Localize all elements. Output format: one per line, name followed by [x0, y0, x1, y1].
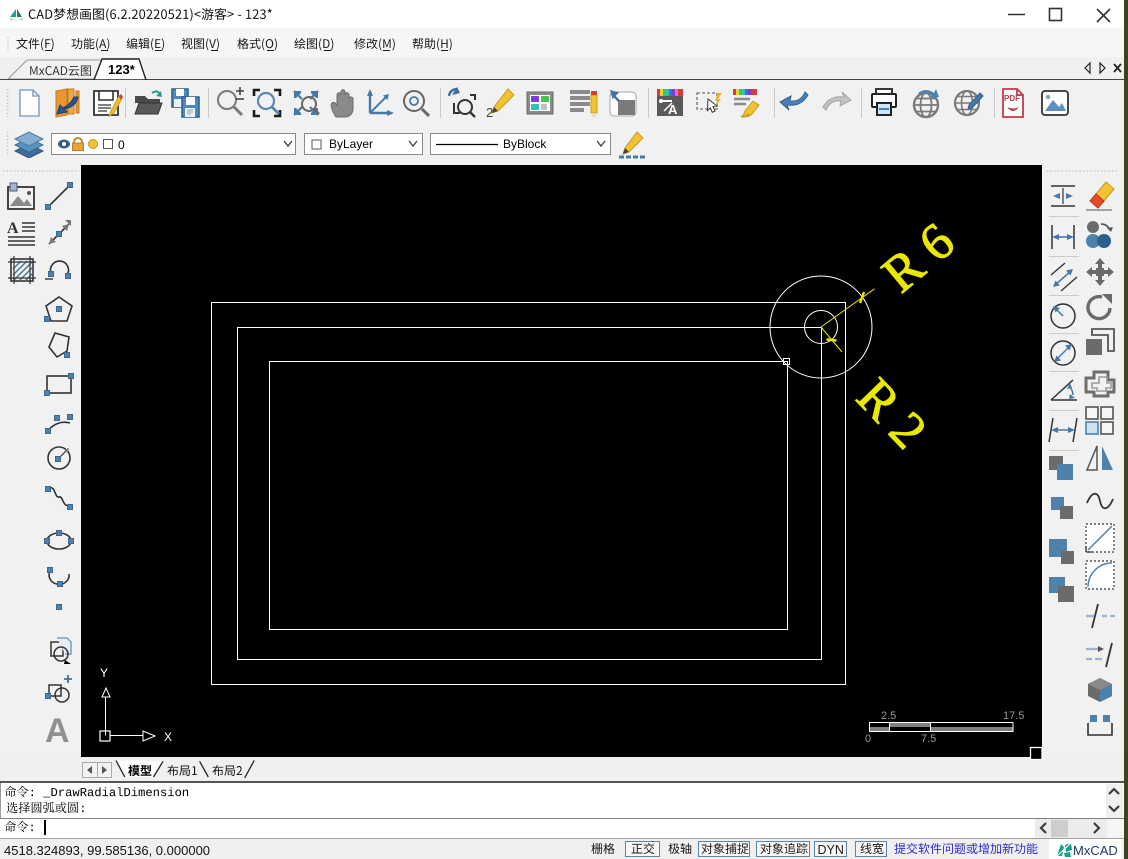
- svg-text:2.5: 2.5: [881, 710, 896, 722]
- svg-text:17.5: 17.5: [1003, 710, 1024, 722]
- svg-text:X: X: [164, 730, 172, 744]
- svg-text:R2: R2: [846, 368, 946, 469]
- svg-text:A: A: [668, 102, 678, 117]
- svg-text:A: A: [45, 712, 70, 744]
- svg-text:0: 0: [865, 733, 871, 745]
- svg-text:2: 2: [486, 105, 493, 119]
- svg-text:PDF: PDF: [1004, 94, 1020, 103]
- svg-text:7.5: 7.5: [921, 733, 936, 745]
- svg-text:R6: R6: [872, 204, 975, 303]
- svg-text:Y: Y: [100, 666, 108, 680]
- svg-text:A: A: [7, 220, 19, 237]
